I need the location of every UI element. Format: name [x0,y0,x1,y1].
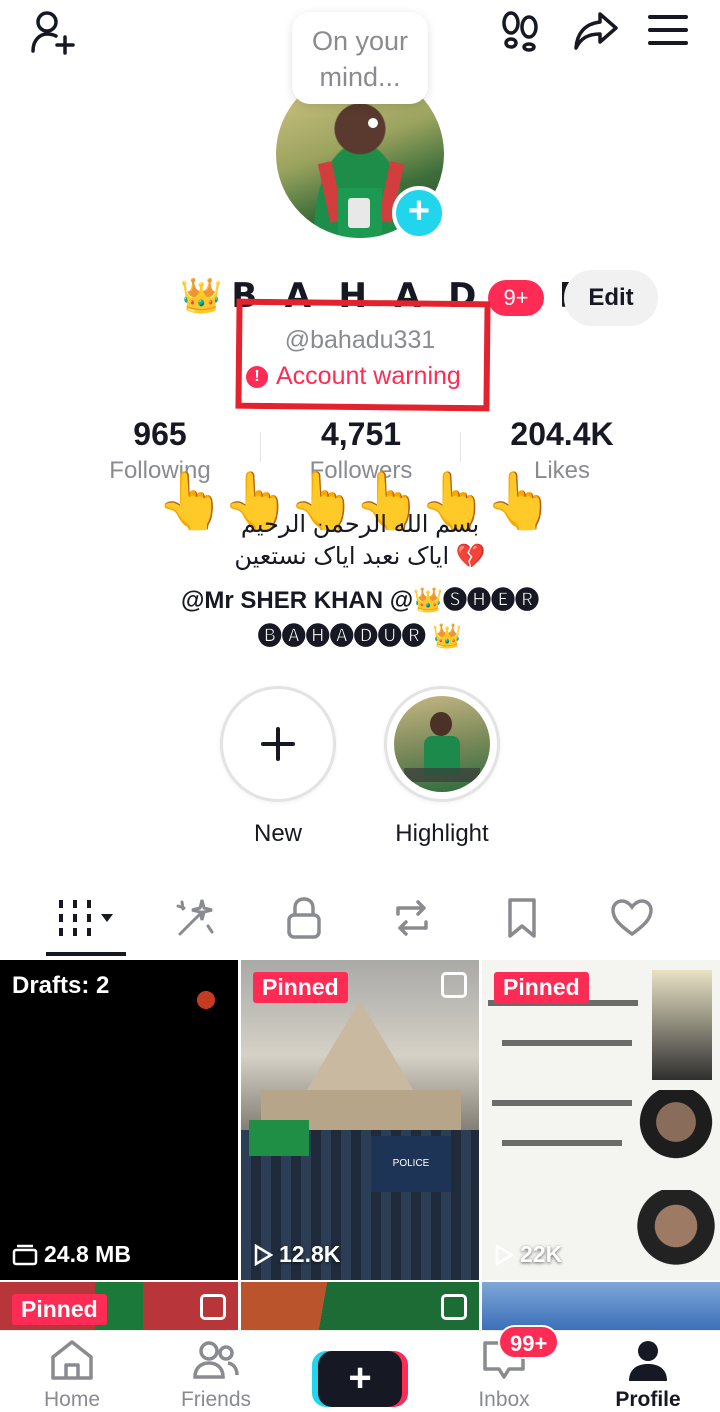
multi-image-icon [441,972,467,998]
heart-icon [611,899,653,937]
video-tile[interactable] [241,1282,479,1330]
friends-icon [193,1341,239,1379]
footprints-icon[interactable] [492,2,548,58]
highlight-label: Highlight [395,820,489,847]
lock-icon [287,897,321,939]
multi-image-icon [200,1294,226,1320]
repost-icon [396,900,428,936]
multi-image-icon [441,1294,467,1320]
highlight-label: New [253,820,302,847]
notification-badge[interactable]: 9+ [488,280,544,316]
plus-icon [261,727,295,761]
menu-icon[interactable] [640,2,696,58]
inbox-badge: 99+ [498,1325,560,1359]
nav-home[interactable]: Home [12,1339,132,1412]
grid-icon [59,900,113,936]
view-count-text: 22K [520,1241,563,1267]
add-friend-icon[interactable] [24,4,80,60]
view-count: 22K [494,1241,562,1268]
bio-line: بسم الله الرحمن الرحیم [240,511,480,538]
note-text-line1: On your [311,26,409,56]
pinned-badge: Pinned [253,972,348,1003]
new-highlight-button[interactable] [220,686,336,802]
play-icon [495,1243,514,1266]
bio-line: ایاک نعبد ایاک نستعین 💔 [234,543,486,570]
drafts-label: Drafts: 2 [12,972,110,999]
edit-profile-button[interactable]: Edit [564,270,658,326]
pinned-badge: Pinned [12,1294,107,1325]
tab-effects[interactable] [154,882,234,954]
home-icon [51,1340,93,1380]
nav-friends-label: Friends [180,1388,252,1411]
create-button[interactable]: + [318,1351,402,1407]
nav-profile-label: Profile [615,1388,681,1411]
video-tile[interactable]: POLICE Pinned 12.8K [241,960,479,1280]
note-bubble[interactable]: On your mind... [292,12,428,104]
tab-liked[interactable] [592,882,672,954]
view-count: 12.8K [253,1241,340,1268]
bottom-nav: Home Friends + Inbox 99+ Profile [0,1325,720,1412]
add-story-icon[interactable]: + [392,186,446,240]
drafts-tile[interactable]: Drafts: 2 24.8 MB [0,960,238,1280]
share-icon[interactable] [568,2,624,58]
active-tab-indicator [46,952,126,956]
tab-private[interactable] [264,882,344,954]
drafts-size: 24.8 MB [12,1241,131,1268]
followers-count: 4,751 [320,416,402,452]
note-text-line2: mind... [319,62,401,92]
video-tile[interactable]: Pinned [0,1282,238,1330]
highlight-thumbnail [394,696,490,792]
profile-icon [629,1341,667,1381]
nav-profile[interactable]: Profile [588,1339,708,1412]
nav-inbox-label: Inbox [478,1388,530,1411]
nav-home-label: Home [43,1388,101,1411]
annotation-box [235,298,491,412]
bio-line: @Mr SHER KHAN @👑🅢🅗🅔🅡 [180,587,540,614]
play-icon [254,1243,273,1266]
bubble-tail [368,118,378,128]
following-count: 965 [133,416,187,452]
video-tile[interactable] [482,1282,720,1330]
nav-friends[interactable]: Friends [156,1339,276,1412]
tab-videos[interactable] [46,882,126,954]
bookmark-icon [508,898,536,938]
content-tabs [0,882,720,958]
tab-favorites[interactable] [482,882,562,954]
drafts-size-text: 24.8 MB [44,1241,131,1267]
tab-reposts[interactable] [372,882,452,954]
folder-icon [12,1244,38,1265]
view-count-text: 12.8K [279,1241,341,1267]
bio-line: 🅑🅐🅗🅐🅓🅤🅡 👑 [257,623,463,650]
likes-count: 204.4K [510,416,614,452]
highlight-item[interactable] [384,686,500,802]
video-tile[interactable]: Pinned 22K [482,960,720,1280]
divider [460,432,461,462]
pinned-badge: Pinned [494,972,589,1003]
sparkle-icon [176,899,214,936]
